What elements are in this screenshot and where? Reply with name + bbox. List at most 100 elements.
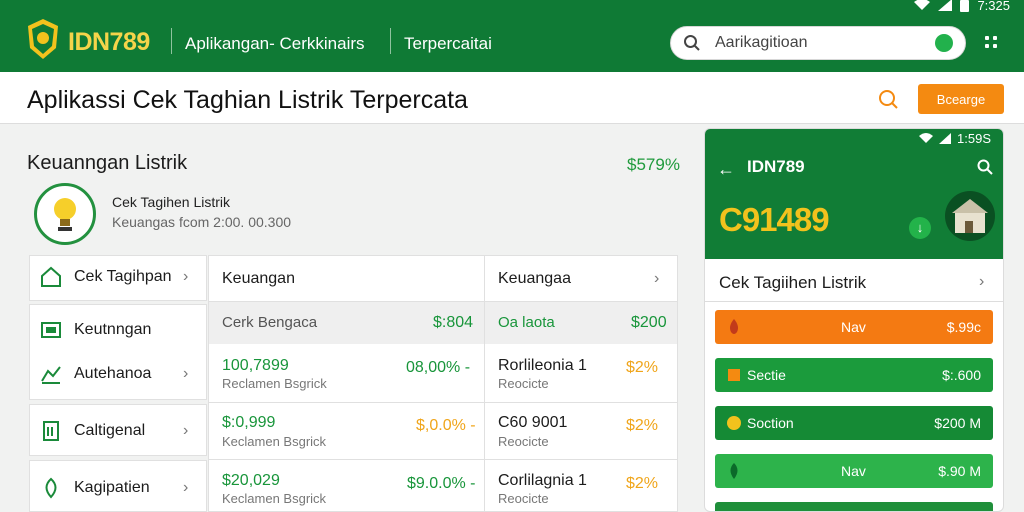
signal-icon <box>939 133 952 144</box>
cell-label: Cerk Bengaca <box>222 314 318 331</box>
mobile-status-bar: 1:59S <box>919 131 991 146</box>
side-menu-label: Keutnngan <box>74 321 152 338</box>
voice-search-icon[interactable] <box>935 34 953 52</box>
row-subtext: Reocicte <box>498 376 549 391</box>
bar-value: $.99c <box>946 319 981 335</box>
bar-value: $.90 M <box>938 463 981 479</box>
mobile-divider <box>705 301 1003 302</box>
mobile-bar-item[interactable]: Soction $200 M <box>715 406 993 440</box>
home-icon <box>41 266 61 287</box>
document-icon <box>43 421 59 441</box>
row-amount: C60 9001 <box>498 414 568 431</box>
row-percent: $2% <box>626 417 659 434</box>
brand-name[interactable]: IDN789 <box>68 28 150 57</box>
signal-icon <box>938 0 953 11</box>
chevron-right-icon: › <box>183 365 189 382</box>
house-illustration-icon <box>945 191 995 241</box>
chevron-right-icon[interactable]: › <box>979 273 984 291</box>
brand-logo-icon[interactable] <box>26 18 60 60</box>
row-subtext: Reocicte <box>498 491 549 506</box>
side-menu-item-caltigenal[interactable]: Caltigenal <box>40 420 145 442</box>
row-percent: $2% <box>626 359 659 376</box>
bar-label: Nav <box>841 463 866 479</box>
search-icon[interactable] <box>877 88 901 112</box>
row-amount: 100,7899 <box>222 357 289 374</box>
coin-icon <box>727 416 741 430</box>
status-time: 7:325 <box>977 0 1010 13</box>
download-icon[interactable]: ↓ <box>909 217 931 239</box>
apps-grid-icon[interactable] <box>985 36 999 50</box>
column-divider <box>484 255 485 512</box>
bar-label: Nav <box>841 319 866 335</box>
chart-icon <box>41 366 61 384</box>
chevron-right-icon: › <box>183 268 189 285</box>
nav-link-terpercaya[interactable]: Terpercaitai <box>404 34 492 54</box>
row-subtext: Reclamen Bsgrick <box>222 376 327 391</box>
cell-label: Oa laota <box>498 314 555 331</box>
bar-value: $:.600 <box>942 367 981 383</box>
row-percent: 08,00% - <box>406 359 471 376</box>
chevron-right-icon: › <box>183 422 189 439</box>
mobile-bar-item[interactable] <box>715 502 993 511</box>
side-menu-item-cek-tagihan[interactable]: Cek Tagihpan <box>40 266 172 288</box>
row-subtext: Keclamen Bsgrick <box>222 491 327 506</box>
row-percent: $2% <box>626 475 659 492</box>
square-icon <box>728 369 740 381</box>
search-icon <box>684 35 700 51</box>
row-amount: Rorlileonia 1 <box>498 357 587 374</box>
back-arrow-icon[interactable]: ← <box>717 159 735 180</box>
mobile-row-title[interactable]: Cek Tagiihen Listrik <box>719 273 866 293</box>
row-percent: $9.0.0% - <box>407 475 476 492</box>
search-input[interactable]: Aarikagitioan <box>670 26 966 60</box>
lightbulb-icon <box>34 183 96 245</box>
nav-divider <box>390 28 391 54</box>
bar-label: Sectie <box>747 367 786 383</box>
mobile-bar-item[interactable]: Nav $.90 M <box>715 454 993 488</box>
bill-card-subtitle: Keuangas fcom 2:00. 00.300 <box>112 214 292 230</box>
section-title: Keuanngan Listrik <box>27 152 188 174</box>
leaf-icon <box>45 477 57 499</box>
wallet-icon <box>41 322 61 338</box>
section-percent: $579% <box>627 155 680 174</box>
side-menu-label: Kagipatien <box>74 479 150 496</box>
side-menu-label: Caltigenal <box>74 422 146 439</box>
row-amount: $20,029 <box>222 472 280 489</box>
row-amount: $:0,999 <box>222 414 276 431</box>
page-title: Aplikassi Cek Taghian Listrik Terpercata <box>27 86 468 114</box>
search-icon[interactable] <box>977 159 993 175</box>
cell-value: $:804 <box>433 314 474 331</box>
bar-label: Soction <box>747 415 794 431</box>
mobile-app-preview: 1:59S ← IDN789 C91489 ↓ Cek Tagiihen Lis… <box>704 128 1004 512</box>
mobile-brand: IDN789 <box>747 157 805 176</box>
mobile-bar-item[interactable]: Sectie $:.600 <box>715 358 993 392</box>
mobile-bar-item[interactable]: Nav $.99c <box>715 310 993 344</box>
flame-icon <box>730 319 738 334</box>
row-subtext: Keclamen Bsgrick <box>222 434 327 449</box>
column-header[interactable]: Keuangaa <box>498 270 571 288</box>
side-menu-item-autehanoa[interactable]: Autehanoa <box>40 363 151 385</box>
side-menu-item-kagipatien[interactable]: Kagipatien <box>40 477 150 499</box>
primary-action-button[interactable]: Bcearge <box>918 84 1004 114</box>
status-bar: 7:325 <box>914 0 1010 13</box>
row-divider <box>208 402 678 403</box>
bar-value: $200 M <box>934 415 981 431</box>
side-menu-label: Autehanoa <box>74 365 152 382</box>
battery-icon <box>960 0 970 12</box>
row-percent: $,0.0% - <box>416 417 476 434</box>
nav-link-aplikasi[interactable]: Aplikangan- Cerkkinairs <box>185 34 365 54</box>
chevron-right-icon: › <box>183 479 189 496</box>
wifi-icon <box>919 133 934 143</box>
bill-card-title: Cek Tagihen Listrik <box>112 194 231 210</box>
search-value: Aarikagitioan <box>715 34 808 51</box>
leaf-icon <box>730 463 738 479</box>
nav-divider <box>171 28 172 54</box>
cell-value: $200 <box>631 314 667 331</box>
side-menu-item-keuangan[interactable]: Keutnngan <box>40 319 151 341</box>
row-subtext: Reocicte <box>498 434 549 449</box>
row-divider <box>208 459 678 460</box>
wifi-icon <box>914 0 931 10</box>
mobile-balance: C91489 <box>719 201 830 238</box>
side-menu-label: Cek Tagihpan <box>74 268 172 285</box>
mobile-time: 1:59S <box>957 131 991 146</box>
chevron-right-icon[interactable]: › <box>654 270 659 288</box>
